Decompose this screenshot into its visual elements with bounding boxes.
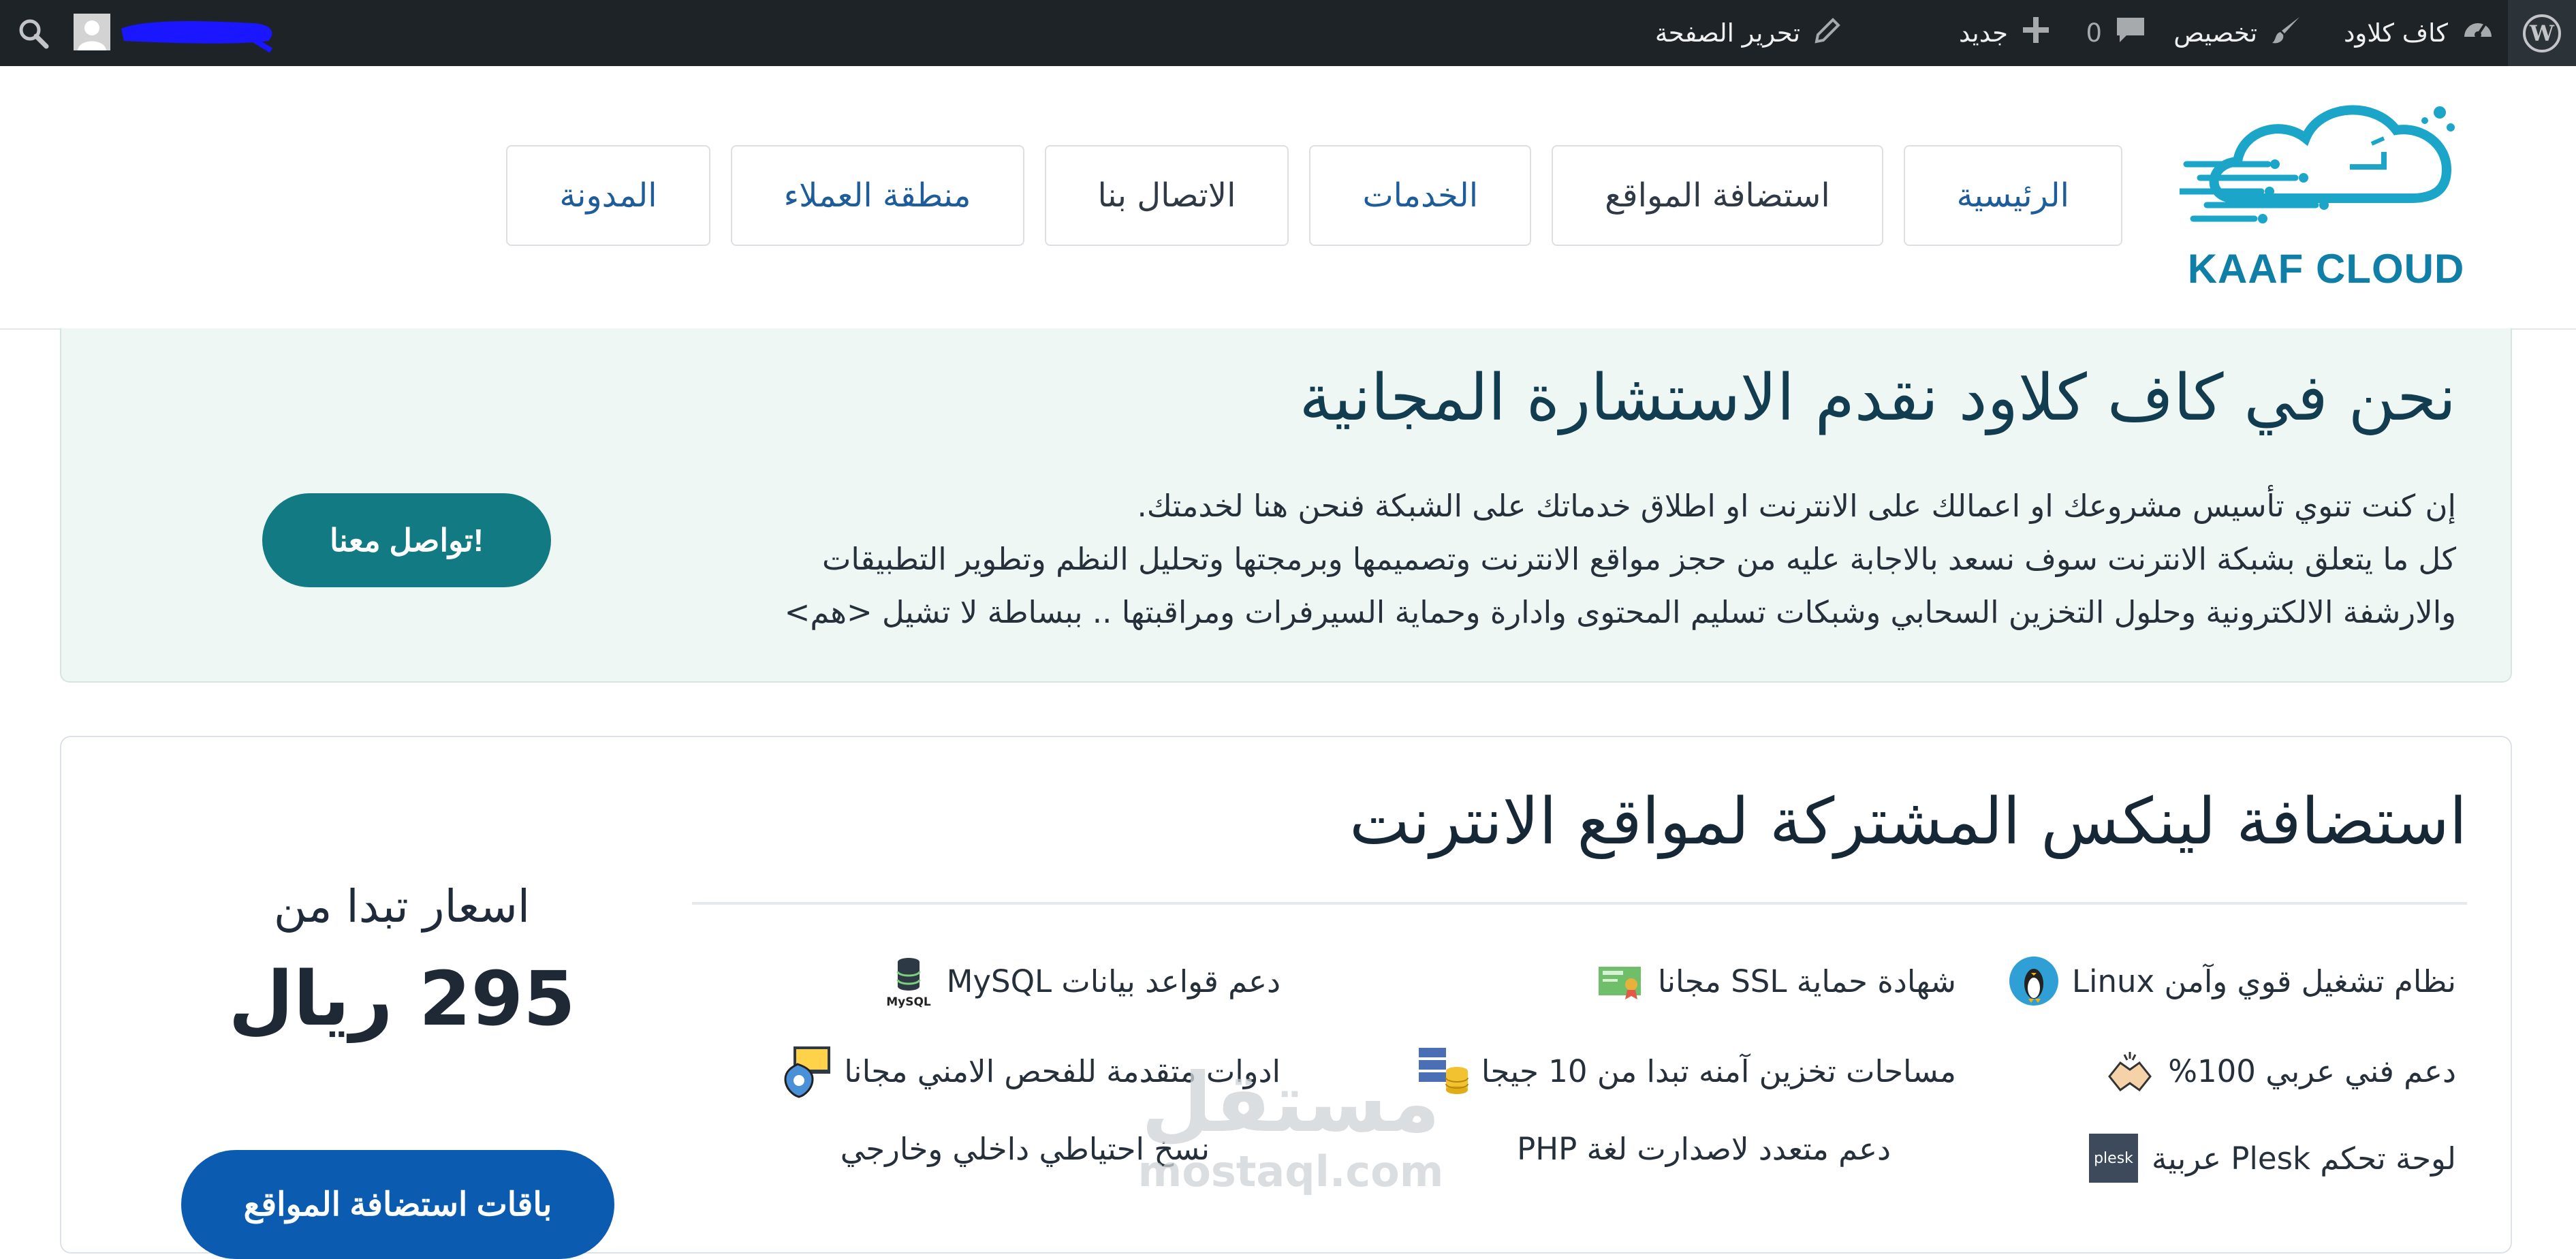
wordpress-logo-icon[interactable]: W	[2508, 0, 2576, 66]
handshake-icon	[2103, 1044, 2157, 1098]
nav-item-client-area[interactable]: منطقة العملاء	[730, 145, 1024, 246]
contact-us-button[interactable]: تواصل معنا!	[262, 493, 551, 587]
feature-text: لوحة تحكم Plesk عربية	[2152, 1140, 2456, 1177]
price-label: اسعار تبدا من	[273, 880, 531, 933]
feature-text: شهادة حماية SSL مجانا	[1657, 963, 1956, 999]
watermark: مستقل mostaql.com	[1131, 1056, 1451, 1206]
feature-item: دعم متعدد لاصدارت لغة PHP	[1517, 1131, 1891, 1167]
svg-text:W: W	[2529, 20, 2555, 46]
mysql-database-icon: MySQL	[881, 954, 936, 1008]
consultation-panel: نحن في كاف كلاود نقدم الاستشارة المجانية…	[60, 328, 2512, 683]
feature-text: دعم قواعد بيانات MySQL	[946, 963, 1281, 999]
watermark-latin: mostaql.com	[1137, 1147, 1444, 1196]
feature-item: شهادة حماية SSL مجانا	[1592, 954, 1956, 1008]
linux-penguin-icon	[2007, 954, 2061, 1008]
feature-item: دعم فني عربي 100%	[2103, 1044, 2456, 1098]
main-navigation: الرئيسية استضافة المواقع الخدمات الاتصال…	[506, 145, 2122, 246]
nav-item-home[interactable]: الرئيسية	[1903, 145, 2122, 246]
consultation-line: والارشفة الالكترونية وحلول التخزين السحا…	[784, 594, 2456, 630]
consultation-text: إن كنت تنوي تأسيس مشروعك او اعمالك على ا…	[685, 480, 2456, 639]
admin-bar-site-name[interactable]: كاف كلاود	[2344, 0, 2496, 66]
feature-item: MySQL دعم قواعد بيانات MySQL	[881, 954, 1281, 1008]
plus-icon	[2020, 14, 2052, 52]
paintbrush-icon	[2269, 13, 2304, 53]
pencil-icon	[1812, 14, 1844, 52]
nav-item-contact[interactable]: الاتصال بنا	[1044, 145, 1289, 246]
comments-count: 0	[2086, 18, 2102, 48]
customize-label: تخصيص	[2173, 18, 2257, 48]
admin-bar-new[interactable]: جديد	[1959, 0, 2052, 66]
feature-item: plesk لوحة تحكم Plesk عربية	[2086, 1131, 2456, 1185]
dashboard-icon	[2460, 12, 2496, 54]
feature-text: نظام تشغيل قوي وآمن Linux	[2071, 963, 2456, 999]
plesk-icon-label: plesk	[2094, 1150, 2133, 1167]
hosting-plans-button[interactable]: باقات استضافة المواقع	[181, 1150, 614, 1259]
feature-text: دعم متعدد لاصدارت لغة PHP	[1517, 1131, 1891, 1167]
nav-item-blog[interactable]: المدونة	[506, 145, 710, 246]
nav-item-services[interactable]: الخدمات	[1309, 145, 1532, 246]
logo-wordmark: KAAF CLOUD	[2187, 246, 2465, 292]
search-icon[interactable]	[10, 0, 57, 66]
divider	[692, 902, 2467, 905]
user-name-redacted[interactable]	[117, 14, 279, 53]
feature-text: مساحات تخزين آمنه تبدا من 10 جيجا	[1481, 1053, 1956, 1089]
feature-item: مساحات تخزين آمنه تبدا من 10 جيجا	[1416, 1044, 1956, 1098]
admin-bar-edit-page[interactable]: تحرير الصفحة	[1655, 0, 1844, 66]
security-scan-icon	[779, 1044, 833, 1098]
hosting-title: استضافة لينكس المشتركة لمواقع الانترنت	[1349, 785, 2467, 859]
site-logo[interactable]: KAAF CLOUD	[2176, 96, 2472, 294]
consultation-line: كل ما يتعلق بشبكة الانترنت سوف نسعد بالا…	[822, 541, 2456, 577]
admin-bar: W كاف كلاود تخصيص 0 جديد تحرير الصفحة	[0, 0, 2576, 66]
feature-item: نظام تشغيل قوي وآمن Linux	[2007, 954, 2456, 1008]
consultation-title: نحن في كاف كلاود نقدم الاستشارة المجانية	[1299, 361, 2456, 435]
site-header: KAAF CLOUD الرئيسية استضافة المواقع الخد…	[0, 66, 2576, 330]
edit-page-label: تحرير الصفحة	[1654, 18, 1800, 48]
admin-bar-comments[interactable]: 0	[2086, 0, 2147, 66]
feature-text: دعم فني عربي 100%	[2168, 1053, 2456, 1089]
watermark-arabic: مستقل	[1141, 1056, 1441, 1151]
site-name-label: كاف كلاود	[2343, 18, 2448, 48]
plesk-icon: plesk	[2086, 1131, 2141, 1185]
price-value: 295 ريال	[228, 955, 576, 1042]
comment-bubble-icon	[2114, 14, 2147, 52]
consultation-line: إن كنت تنوي تأسيس مشروعك او اعمالك على ا…	[1137, 488, 2456, 524]
admin-bar-customize[interactable]: تخصيص	[2173, 0, 2304, 66]
nav-item-web-hosting[interactable]: استضافة المواقع	[1552, 145, 1883, 246]
new-label: جديد	[1958, 18, 2008, 48]
svg-text:MySQL: MySQL	[886, 995, 931, 1008]
user-avatar[interactable]	[74, 14, 110, 50]
ssl-certificate-icon	[1592, 954, 1647, 1008]
